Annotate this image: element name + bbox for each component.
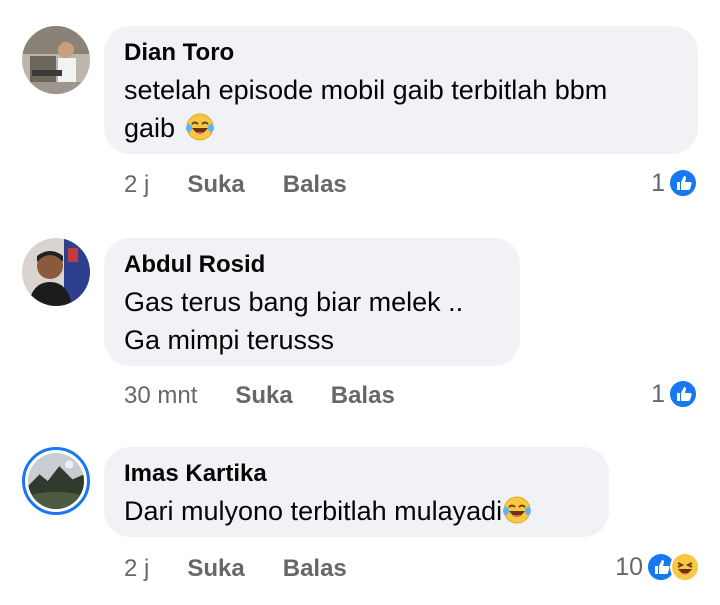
comment-bubble: Imas Kartika Dari mulyono terbitlah mula…	[104, 447, 609, 537]
comment-bubble: Abdul Rosid Gas terus bang biar melek ..…	[104, 238, 520, 366]
comment-meta: 2 j Suka Balas	[124, 171, 385, 199]
comment-author[interactable]: Abdul Rosid	[124, 250, 498, 280]
comment-text-line: Dari mulyono terbitlah mulayadi	[124, 496, 503, 526]
reply-button[interactable]: Balas	[283, 171, 347, 199]
avatar[interactable]	[22, 238, 90, 306]
comment-time[interactable]: 2 j	[124, 555, 149, 583]
laughing-emoji-icon	[670, 552, 700, 582]
reaction-count: 10	[615, 552, 643, 581]
reaction-count: 1	[651, 168, 665, 197]
reaction-summary[interactable]: 1	[651, 168, 698, 198]
like-icon	[668, 168, 698, 198]
like-button[interactable]: Suka	[187, 555, 244, 583]
comment-author[interactable]: Dian Toro	[124, 38, 676, 68]
comment-text: Gas terus bang biar melek .. Ga mimpi te…	[124, 283, 498, 359]
comment-bubble: Dian Toro setelah episode mobil gaib ter…	[104, 26, 698, 154]
comment-time[interactable]: 2 j	[124, 171, 149, 199]
avatar[interactable]	[22, 447, 90, 515]
laughing-tears-emoji-icon	[185, 113, 214, 141]
like-icon	[668, 379, 698, 409]
comment-text: setelah episode mobil gaib terbitlah bbm…	[124, 71, 676, 147]
comment-meta: 2 j Suka Balas	[124, 555, 385, 583]
comment-text-line: gaib	[124, 113, 176, 143]
comment-text: Dari mulyono terbitlah mulayadi	[124, 492, 587, 530]
like-button[interactable]: Suka	[187, 171, 244, 199]
reaction-summary[interactable]: 10	[615, 552, 700, 582]
comment-time[interactable]: 30 mnt	[124, 382, 197, 410]
comment-meta: 30 mnt Suka Balas	[124, 382, 433, 410]
reply-button[interactable]: Balas	[283, 555, 347, 583]
comment-author[interactable]: Imas Kartika	[124, 459, 587, 489]
reply-button[interactable]: Balas	[331, 382, 395, 410]
comment-text-line: setelah episode mobil gaib terbitlah bbm	[124, 75, 608, 105]
laughing-tears-emoji-icon	[503, 496, 532, 524]
comment-text-line: Ga mimpi terusss	[124, 325, 335, 355]
comment-text-line: Gas terus bang biar melek ..	[124, 287, 464, 317]
avatar[interactable]	[22, 26, 90, 94]
reaction-summary[interactable]: 1	[651, 379, 698, 409]
reaction-count: 1	[651, 379, 665, 408]
like-button[interactable]: Suka	[235, 382, 292, 410]
